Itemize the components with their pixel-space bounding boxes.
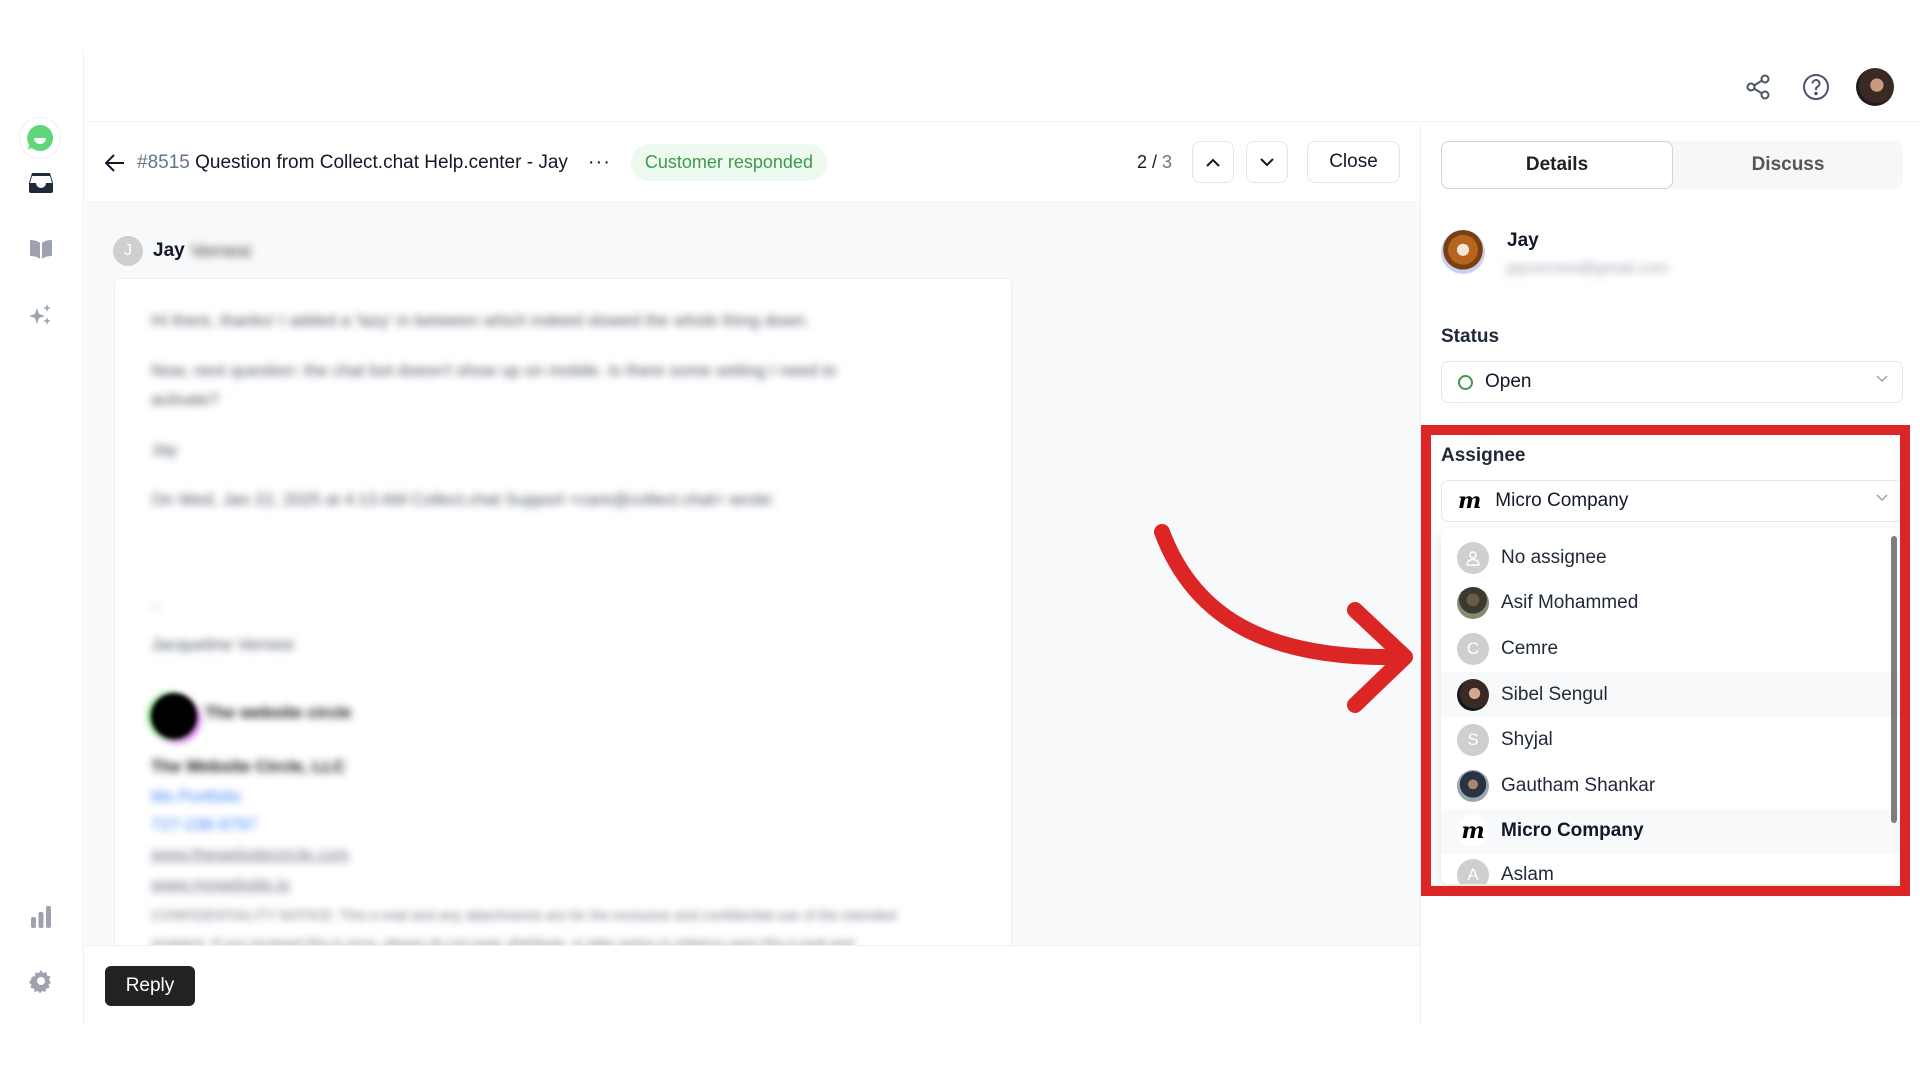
reply-button[interactable]: Reply (105, 966, 195, 1006)
avatar (1457, 678, 1489, 711)
assignee-label: Assignee (1441, 445, 1526, 466)
micro-company-logo: m (1458, 488, 1482, 514)
message-line: Jacqueline Vernesi (151, 635, 294, 654)
signature-logo (151, 693, 197, 739)
gear-icon[interactable] (26, 966, 56, 996)
assignee-option-label: Cemre (1501, 637, 1559, 659)
chevron-down-icon (1876, 494, 1888, 502)
status-value: Open (1485, 371, 1532, 392)
panel-tabs: Details Discuss (1441, 141, 1903, 189)
avatar: C (1457, 632, 1489, 665)
contact-avatar (1441, 230, 1485, 274)
message-line: The Website Circle, LLC (151, 757, 346, 776)
conversation-pager: 2 / 3 Close (1137, 141, 1400, 183)
dropdown-scrollbar[interactable] (1891, 536, 1897, 823)
contact-email: jayvernesi@gmail.com (1507, 260, 1669, 277)
tab-details[interactable]: Details (1441, 141, 1673, 189)
inbox-icon[interactable] (26, 168, 56, 198)
topbar (85, 50, 1920, 122)
assignee-option-label: Aslam (1501, 863, 1554, 884)
sidebar (0, 50, 84, 1025)
assignee-option-selected[interactable]: m Micro Company (1441, 808, 1901, 855)
pager-total: 3 (1161, 151, 1172, 172)
previous-conversation-button[interactable] (1192, 141, 1234, 183)
book-icon[interactable] (26, 234, 56, 264)
contact-card: Jay jayvernesi@gmail.com (1441, 230, 1668, 278)
status-badge: Customer responded (630, 144, 827, 181)
avatar: S (1457, 724, 1489, 757)
reply-bar: Reply (85, 945, 1420, 1025)
avatar (1457, 587, 1489, 620)
message-line: Jay (151, 440, 178, 459)
message-sender: J Jay Vernesi (113, 236, 251, 266)
assignee-option[interactable]: S Shyjal (1441, 717, 1901, 763)
user-avatar[interactable] (1856, 68, 1894, 106)
open-status-icon (1458, 374, 1473, 390)
message-line[interactable]: www.mywebsite.io (151, 875, 290, 895)
pager-count: 2 / 3 (1137, 152, 1172, 173)
message-line: The website circle (205, 703, 352, 722)
assignee-option[interactable]: A Aslam (1441, 852, 1901, 884)
contact-name: Jay (1507, 230, 1539, 251)
conversation-id: #8515 (137, 151, 190, 173)
close-conversation-button[interactable]: Close (1307, 141, 1400, 183)
assignee-option-label: No assignee (1501, 546, 1607, 568)
message-line: Now, next question: the chat bot doesn't… (151, 361, 837, 380)
message-thread[interactable]: J Jay Vernesi Hi there, thanks! I added … (85, 204, 1420, 945)
status-select[interactable]: Open (1441, 361, 1903, 403)
collect-chat-logo[interactable] (19, 117, 61, 159)
details-panel: Details Discuss Jay jayvernesi@gmail.com… (1420, 123, 1920, 1025)
message-line: recipient. If you received this in error… (151, 935, 854, 945)
message-line[interactable]: www.thewebsitecircle.com (151, 845, 349, 865)
sender-last-name: Vernesi (190, 240, 251, 261)
assignee-option[interactable]: Gautham Shankar (1441, 763, 1901, 809)
conversation-title: #8515 Question from Collect.chat Help.ce… (137, 152, 568, 174)
assignee-option[interactable]: Sibel Sengul (1441, 671, 1901, 718)
pager-separator: / (1146, 151, 1162, 172)
sender-first-name: Jay (153, 240, 185, 261)
user-placeholder-icon (1457, 541, 1489, 574)
pager-current: 2 (1136, 151, 1147, 172)
next-conversation-button[interactable] (1246, 141, 1288, 183)
chevron-down-icon (1876, 375, 1888, 383)
tab-discuss[interactable]: Discuss (1673, 141, 1903, 189)
back-button[interactable] (103, 151, 127, 175)
message-line[interactable]: 727-238-9797 (151, 815, 257, 835)
message-line: CONFIDENTIALITY NOTICE: This e-mail and … (151, 907, 896, 923)
avatar (1457, 769, 1489, 802)
assignee-option[interactable]: Asif Mohammed (1441, 581, 1901, 627)
assignee-value: Micro Company (1495, 490, 1629, 511)
message-card: Hi there, thanks! I added a 'lazy' in be… (114, 278, 1012, 945)
sparkles-icon[interactable] (26, 300, 56, 330)
micro-company-logo-glyph: m (1461, 818, 1485, 845)
conversation-header: #8515 Question from Collect.chat Help.ce… (85, 123, 1420, 203)
bar-chart-icon[interactable] (26, 902, 56, 932)
message-line: -- (151, 597, 161, 613)
message-line[interactable]: Ms Portfolio (151, 787, 241, 807)
assignee-option[interactable]: No assignee (1441, 535, 1901, 581)
share-icon[interactable] (1740, 69, 1776, 105)
assignee-select[interactable]: m Micro Company (1441, 480, 1903, 522)
avatar: A (1457, 858, 1489, 884)
sender-avatar: J (113, 236, 143, 266)
message-line: activate? (151, 390, 220, 409)
help-icon[interactable] (1798, 69, 1834, 105)
more-options-button[interactable]: ··· (588, 151, 611, 174)
assignee-option-label: Sibel Sengul (1501, 683, 1608, 705)
assignee-option-label: Asif Mohammed (1501, 592, 1639, 614)
assignee-dropdown: No assignee Asif Mohammed C Cemre Sibel … (1441, 528, 1901, 884)
assignee-option-label: Micro Company (1501, 820, 1644, 842)
micro-company-logo: m (1457, 815, 1489, 848)
message-line: Hi there, thanks! I added a 'lazy' in be… (151, 311, 810, 330)
assignee-option[interactable]: C Cemre (1441, 626, 1901, 672)
assignee-option-label: Gautham Shankar (1501, 774, 1656, 796)
status-label: Status (1441, 326, 1500, 347)
assignee-option-label: Shyjal (1501, 729, 1553, 751)
message-line: On Wed, Jan 22, 2025 at 4:13 AM Collect.… (151, 490, 776, 509)
conversation-subject: Question from Collect.chat Help.center -… (195, 151, 568, 173)
